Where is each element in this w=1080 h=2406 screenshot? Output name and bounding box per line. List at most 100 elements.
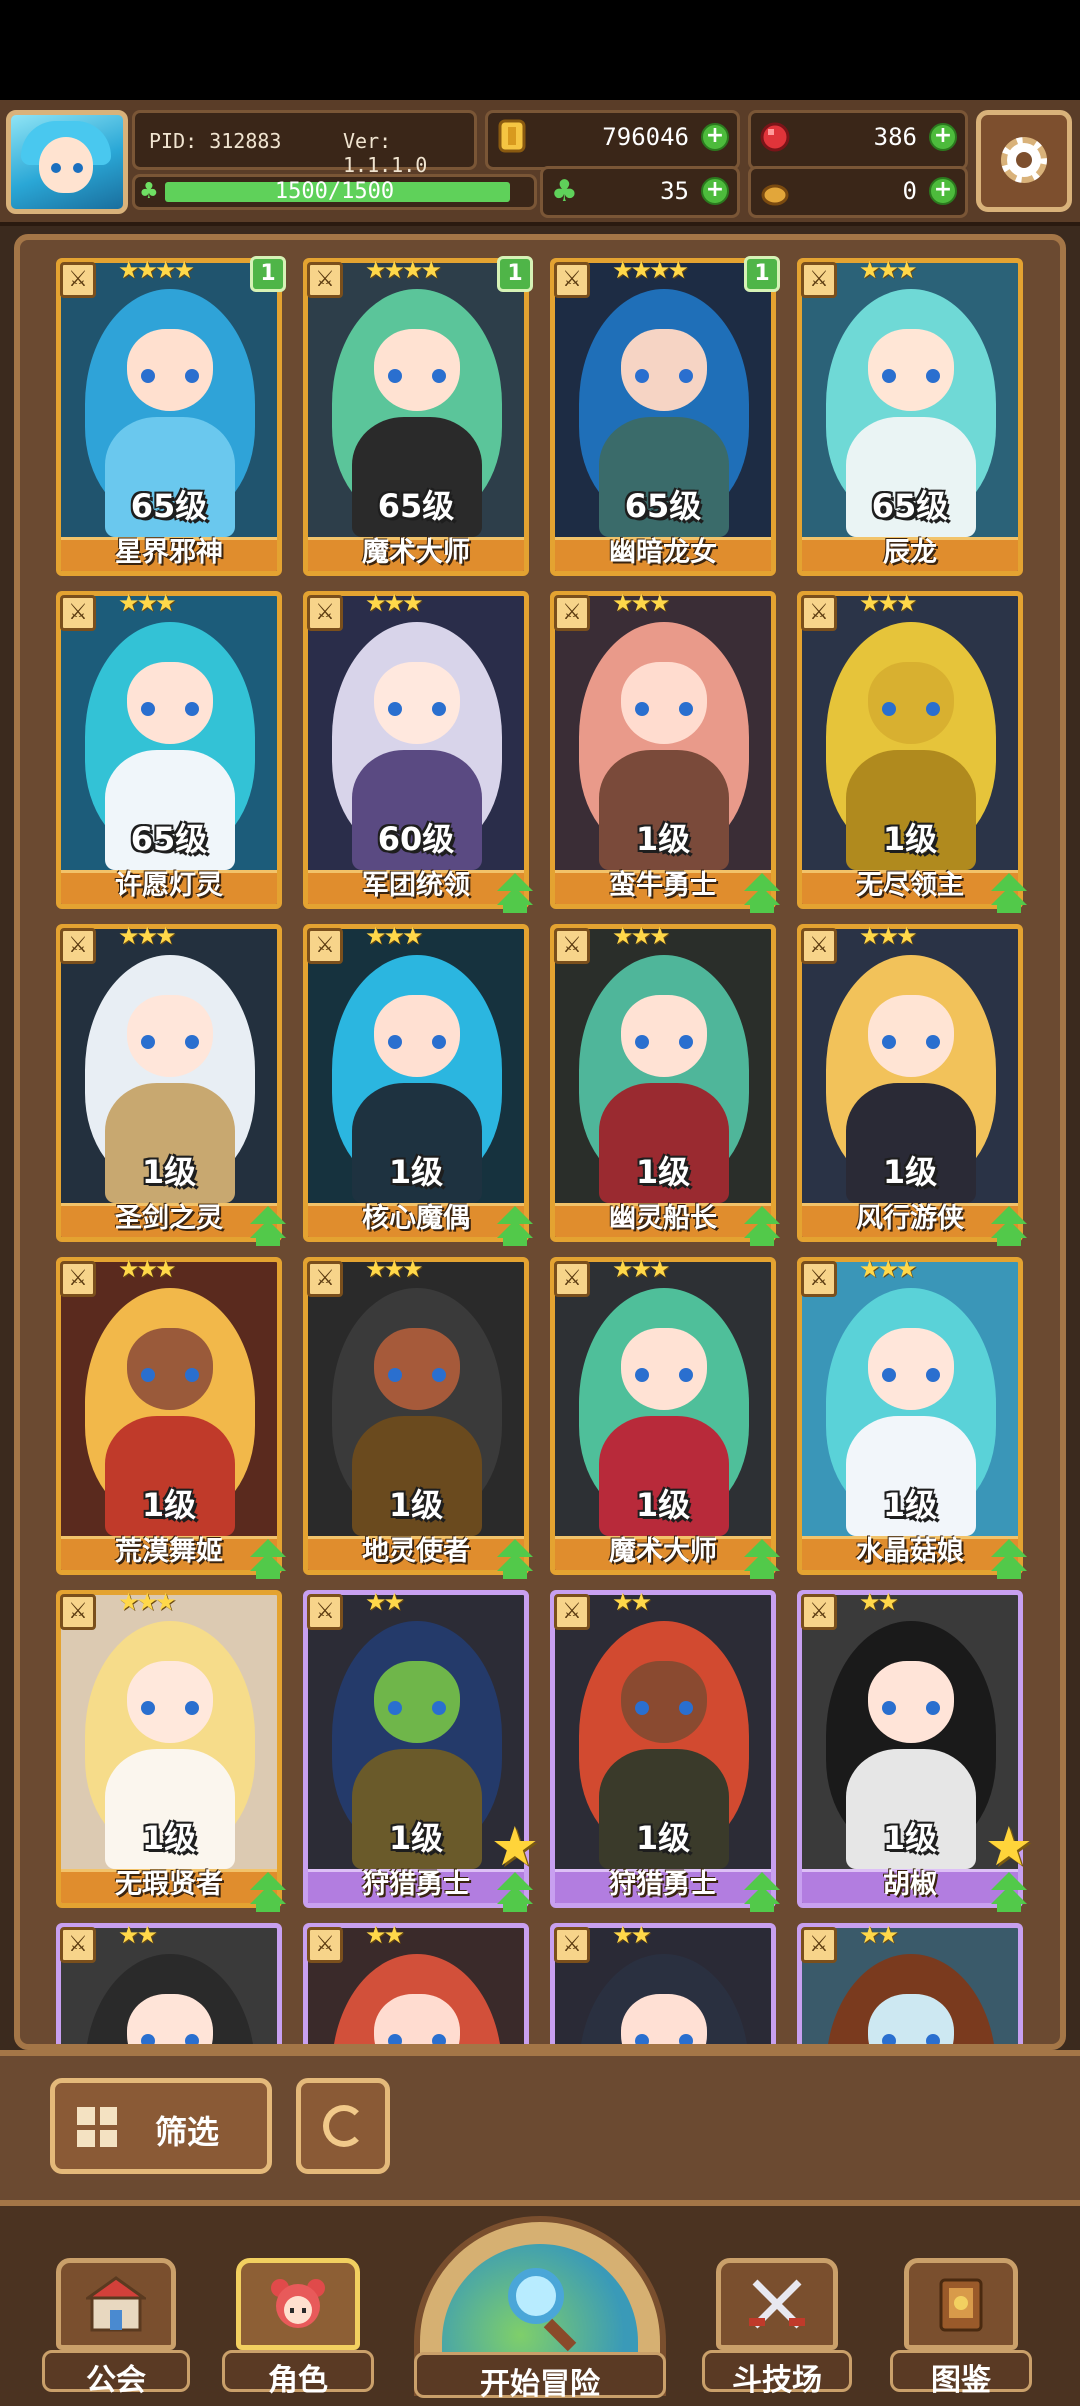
upgrade-arrow-icon [493,1537,537,1581]
star-rating: ★★★★ [118,256,195,284]
nav-character[interactable]: 角色 [222,2258,374,2398]
character-name: 荒漠舞姬 [115,1536,223,1567]
character-card[interactable]: 1级风行游侠 ⚔ ★★★ [797,922,1027,1246]
character-level: 1级 [882,820,938,858]
character-card[interactable]: ⚔ ★★ [303,1921,529,2044]
character-level: 1级 [141,1819,197,1857]
star-rating: ★★ [365,1588,405,1616]
nav-character-label: 角色 [268,2363,328,2398]
clover-currency-icon: ♣ [551,174,578,209]
character-level: 65级 [871,487,949,525]
character-card[interactable]: 65级 魔术大师 ⚔ ★★★★ 1 [303,256,533,576]
character-level: 1级 [141,1153,197,1191]
star-rating: ★★★ [118,1588,177,1616]
class-icon: ⚔ [801,1927,837,1963]
bread-counter: 0 + [748,166,968,218]
gem-value: 386 [873,123,917,151]
character-card[interactable]: 60级 军团统领 ⚔ ★★★ [303,589,533,913]
refresh-icon [323,2105,365,2147]
add-gold-button[interactable]: + [701,123,729,151]
character-card[interactable]: 1级 无瑕贤者 ⚔ ★★★ [56,1588,286,1912]
character-portrait [806,1932,1014,2044]
character-card[interactable]: 1级 水晶菇娘 ⚔ ★★★ [797,1255,1027,1579]
character-name: 许愿灯灵 [115,870,223,901]
character-card[interactable]: 1级 狩猎勇士 ⚔ ★★ [550,1588,780,1912]
character-level: 1级 [388,1153,444,1191]
character-card[interactable]: 1级 幽灵船长 ⚔ ★★★ [550,922,780,1246]
filter-button[interactable]: 筛选 [50,2078,272,2174]
class-icon: ⚔ [801,1261,837,1297]
character-name: 狩猎勇士 [609,1869,717,1900]
xp-text: 1500/1500 [274,179,395,204]
add-gem-button[interactable]: + [929,123,957,151]
class-icon: ⚔ [60,262,96,298]
star-rating: ★★ [612,1588,652,1616]
character-card[interactable]: 1级 魔术大师 ⚔ ★★★ [550,1255,780,1579]
character-card[interactable]: 1级核心魔偶 ⚔ ★★★ [303,922,533,1246]
grid-icon [77,2107,117,2147]
character-card[interactable]: 65级 许愿灯灵 ⚔ ★★★ [56,589,282,909]
star-rating: ★★★ [859,922,918,950]
character-card[interactable]: 65级 辰龙 ⚔ ★★★ [797,256,1023,576]
bread-icon [761,184,789,206]
class-icon: ⚔ [801,1594,837,1630]
character-level: 1级 [635,820,691,858]
codex-book-icon [939,2278,983,2332]
character-name: 水晶菇娘 [856,1536,964,1567]
character-roster[interactable]: 65级 星界邪神 ⚔ ★★★★ 1 65级 魔术大师 ⚔ ★★★★ 1 65级 幽暗龙女 ⚔ ★★★★ 1 6… [14,234,1066,2050]
nav-guild[interactable]: 公会 [42,2258,190,2398]
start-adventure-button[interactable]: 开始冒险 [414,2216,666,2402]
class-icon: ⚔ [801,928,837,964]
character-card[interactable]: 1级 狩猎勇士 ⚔ ★★ ★ [303,1588,539,1912]
star-rating: ★★★★ [365,256,442,284]
count-badge: 1 [497,256,533,292]
clover-value: 35 [660,177,689,205]
star-rating: ★★★★ [612,256,689,284]
character-portrait [65,1932,273,2044]
character-card[interactable]: 1级 胡椒 ⚔ ★★ ★ [797,1588,1033,1912]
count-badge: 1 [744,256,780,292]
crossed-swords-icon [749,2279,805,2329]
character-card[interactable]: 1级 地灵使者 ⚔ ★★★ [303,1255,533,1579]
star-rating: ★★★ [118,922,177,950]
character-name: 核心魔偶 [362,1203,470,1234]
add-clover-button[interactable]: + [701,177,729,205]
star-rating: ★★ [612,1921,652,1949]
character-name: 辰龙 [883,537,937,568]
star-rating: ★★★ [612,922,671,950]
character-card[interactable]: 65级 星界邪神 ⚔ ★★★★ 1 [56,256,286,576]
class-icon: ⚔ [307,595,343,631]
class-icon: ⚔ [554,1927,590,1963]
magnifier-icon [508,2268,564,2324]
nav-guild-label: 公会 [86,2363,146,2398]
refresh-button[interactable] [296,2078,390,2174]
add-bread-button[interactable]: + [929,177,957,205]
upgrade-arrow-icon [740,1537,784,1581]
class-icon: ⚔ [554,1261,590,1297]
gold-counter: 796046 + [485,110,740,170]
character-level: 1级 [882,1153,938,1191]
character-card[interactable]: ⚔ ★★ [550,1921,776,2044]
character-level: 65级 [624,487,702,525]
player-avatar[interactable] [6,110,128,214]
character-card[interactable]: ⚔ ★★ [56,1921,282,2044]
star-rating: ★★★ [365,922,424,950]
character-card[interactable]: 65级 幽暗龙女 ⚔ ★★★★ 1 [550,256,780,576]
class-icon: ⚔ [307,262,343,298]
character-card[interactable]: 1级 蛮牛勇士 ⚔ ★★★ [550,589,780,913]
star-rating: ★★★ [859,589,918,617]
character-card[interactable]: 1级 圣剑之灵 ⚔ ★★★ [56,922,286,1246]
star-rating: ★★ [859,1588,899,1616]
nav-codex-label: 图鉴 [931,2363,991,2398]
character-name: 军团统领 [362,870,470,901]
nav-arena[interactable]: 斗技场 [702,2258,852,2398]
class-icon: ⚔ [307,928,343,964]
character-card[interactable]: 1级 无尽领主 ⚔ ★★★ [797,589,1027,913]
settings-button[interactable] [976,110,1072,212]
character-name: 风行游侠 [856,1203,964,1234]
character-card[interactable]: 1级 荒漠舞姬 ⚔ ★★★ [56,1255,286,1579]
character-name: 幽暗龙女 [609,537,717,568]
character-card[interactable]: ⚔ ★★ [797,1921,1023,2044]
nav-codex[interactable]: 图鉴 [890,2258,1032,2398]
upgrade-arrow-icon [987,1204,1031,1248]
